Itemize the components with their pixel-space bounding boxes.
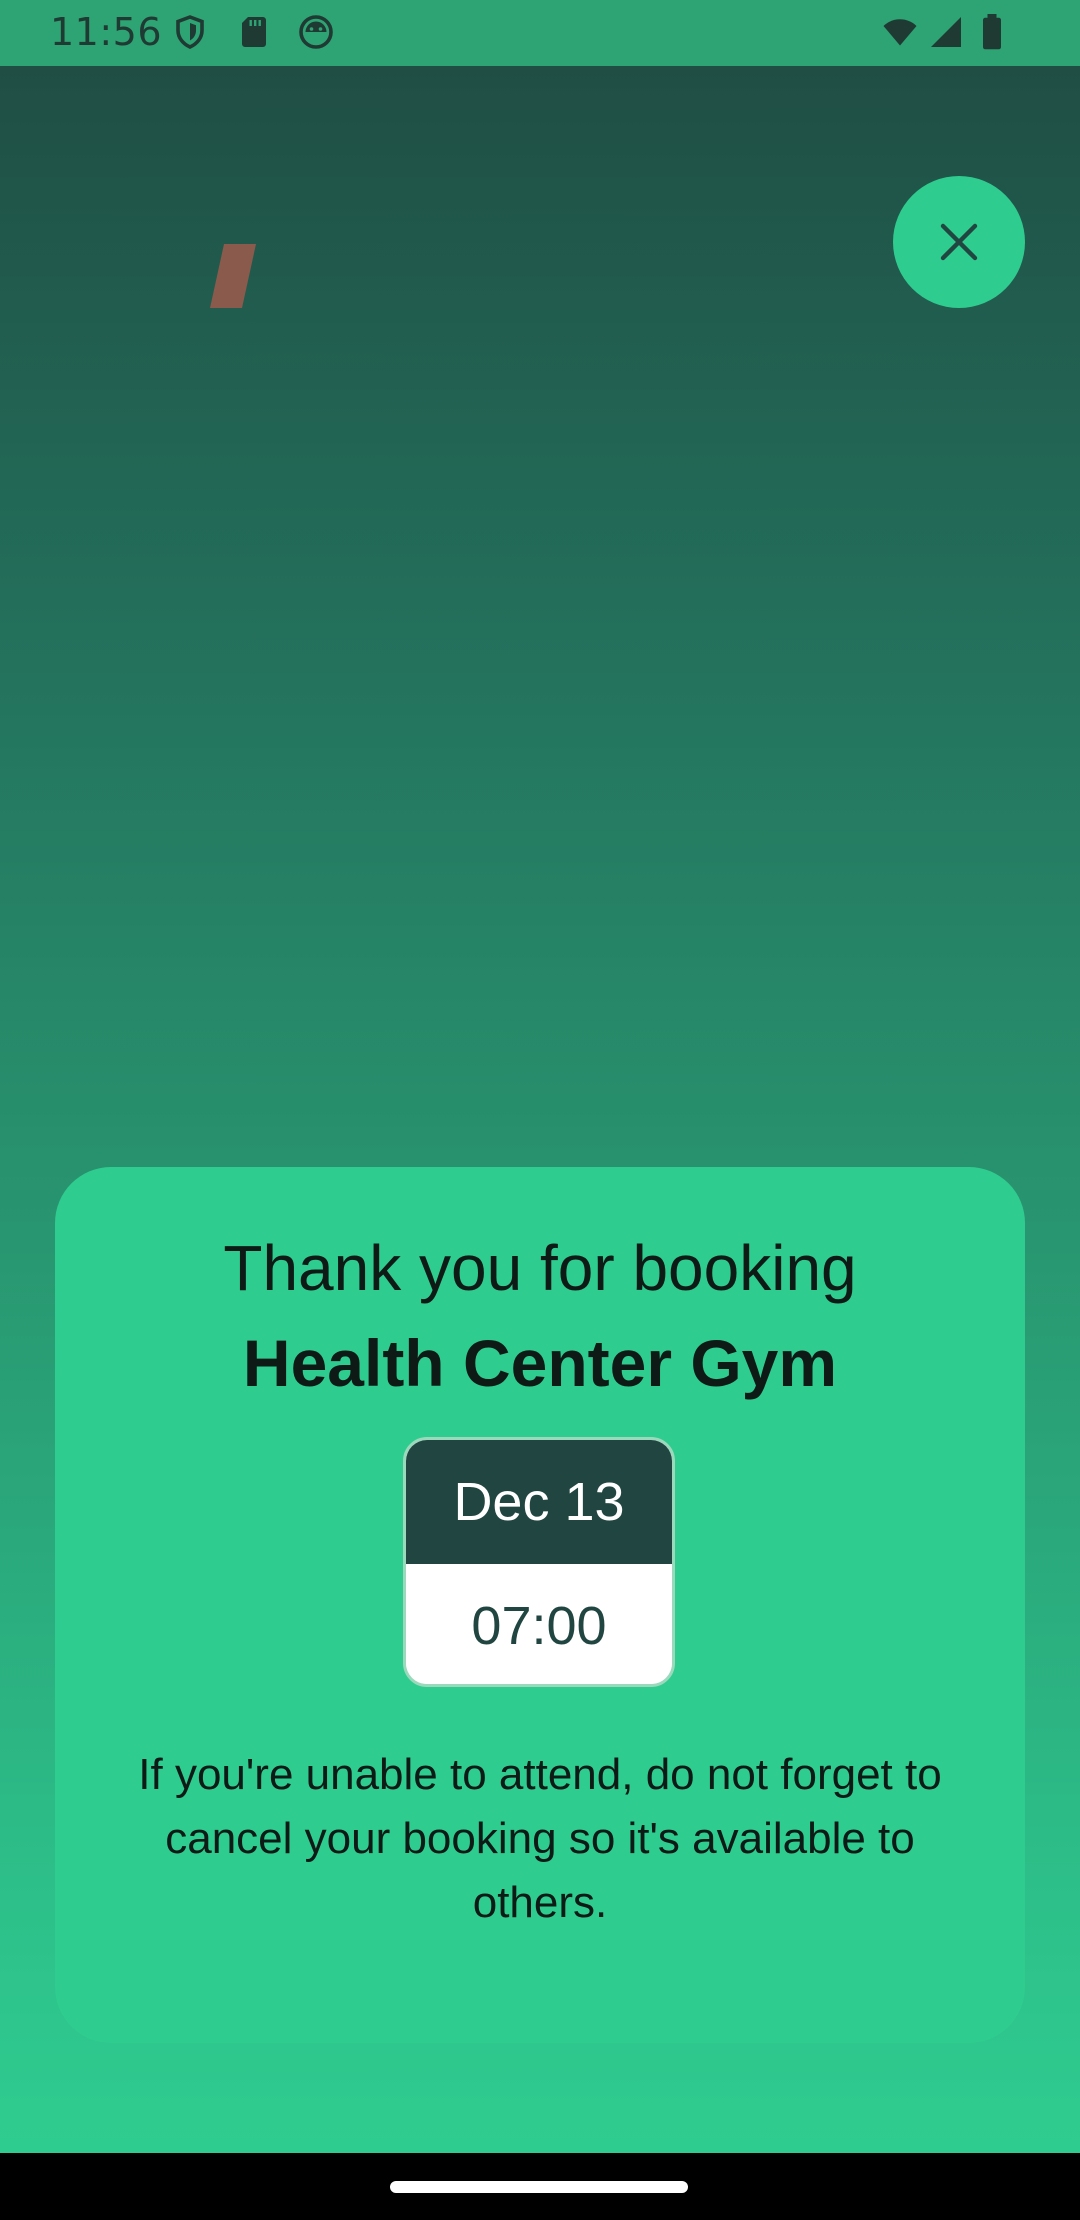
decorative-slash-shape (210, 244, 256, 308)
booking-date-time-box: Dec 13 07:00 (403, 1437, 675, 1687)
confirmation-heading: Thank you for booking (223, 1232, 857, 1304)
venue-name: Health Center Gym (242, 1326, 838, 1400)
booking-date: Dec 13 (406, 1440, 672, 1564)
shield-icon (172, 14, 208, 50)
booking-time: 07:00 (406, 1564, 672, 1684)
status-bar: 11:56 (0, 0, 1080, 66)
close-button[interactable] (893, 176, 1025, 308)
close-icon (940, 223, 978, 261)
home-indicator[interactable] (390, 2181, 688, 2193)
wifi-icon (880, 14, 920, 50)
booking-confirmation-card: Thank you for booking Health Center Gym … (55, 1167, 1025, 2043)
android-face-icon (298, 14, 334, 50)
status-time: 11:56 (50, 10, 163, 54)
booking-confirmation-screen: 11:56 Thank you for booking Health Cente… (0, 0, 1080, 2153)
battery-icon (978, 14, 1006, 50)
cellular-signal-icon (928, 14, 964, 50)
sd-card-icon (236, 14, 272, 50)
cancellation-note: If you're unable to attend, do not forge… (138, 1750, 942, 1927)
navigation-bar (0, 2153, 1080, 2220)
